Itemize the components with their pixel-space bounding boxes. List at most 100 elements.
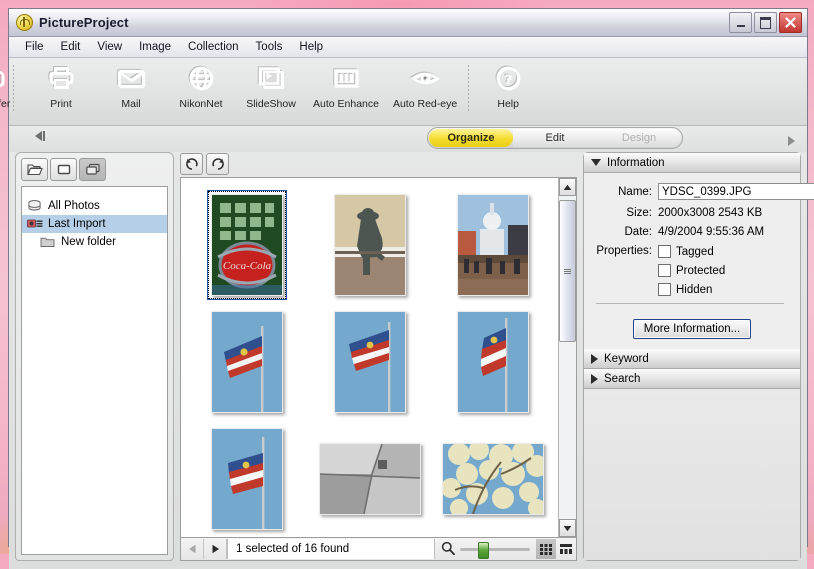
section-header-search[interactable]: Search bbox=[584, 369, 800, 389]
minimize-icon bbox=[737, 25, 745, 27]
thumbnail-toolbar bbox=[180, 152, 577, 177]
georgia-flag-thumbnail-1 bbox=[211, 311, 283, 413]
close-button[interactable] bbox=[779, 12, 802, 33]
property-protected[interactable]: Protected bbox=[658, 264, 725, 277]
rotate-left-button[interactable] bbox=[180, 153, 203, 175]
mail-button[interactable]: Mail bbox=[96, 63, 166, 110]
more-information-button[interactable]: More Information... bbox=[633, 319, 752, 339]
open-folder-icon bbox=[27, 163, 43, 176]
thumbnail-item[interactable] bbox=[331, 191, 409, 299]
auto-enhance-label: Auto Enhance bbox=[313, 98, 379, 110]
menu-help[interactable]: Help bbox=[291, 39, 331, 55]
coca-cola-sign-thumbnail: Coca-Cola bbox=[211, 194, 283, 296]
help-button[interactable]: ? Help bbox=[473, 63, 543, 110]
hidden-checkbox[interactable] bbox=[658, 283, 671, 296]
minimize-button[interactable] bbox=[729, 12, 752, 33]
section-label-keyword: Keyword bbox=[604, 353, 649, 365]
thumbnail-item[interactable] bbox=[331, 308, 409, 416]
help-label: Help bbox=[497, 98, 519, 110]
scrollbar-thumb[interactable] bbox=[559, 200, 576, 342]
desktop-background: PictureProject File Edit View Image Coll… bbox=[0, 0, 814, 554]
transfer-button[interactable]: Transfer bbox=[0, 63, 26, 110]
property-hidden[interactable]: Hidden bbox=[658, 283, 725, 296]
new-folder-button[interactable] bbox=[21, 158, 48, 181]
property-tagged[interactable]: Tagged bbox=[658, 245, 725, 258]
auto-redeye-label: Auto Red-eye bbox=[393, 98, 457, 110]
grid-view-button[interactable] bbox=[536, 539, 556, 559]
slideshow-button[interactable]: SlideShow bbox=[236, 63, 306, 110]
duplicate-button[interactable] bbox=[79, 158, 106, 181]
mail-label: Mail bbox=[121, 98, 140, 110]
thumbnail-zoom-control bbox=[435, 541, 536, 558]
triangle-right-icon bbox=[591, 354, 598, 364]
bronze-statue-thumbnail bbox=[334, 194, 406, 296]
menu-file[interactable]: File bbox=[17, 39, 52, 55]
triangle-right-icon bbox=[591, 374, 598, 384]
collection-label-all-photos: All Photos bbox=[48, 200, 100, 212]
chevron-down-icon bbox=[563, 525, 572, 532]
thumbnail-item[interactable] bbox=[316, 440, 424, 518]
print-button[interactable]: Print bbox=[26, 63, 96, 110]
thumbnail-item[interactable] bbox=[208, 308, 286, 416]
thumbnail-grid[interactable]: Coca-Cola bbox=[181, 178, 558, 537]
thumbnail-item[interactable] bbox=[439, 440, 547, 518]
zoom-slider[interactable] bbox=[460, 548, 530, 551]
menu-view[interactable]: View bbox=[89, 39, 130, 55]
georgia-flag-thumbnail-4 bbox=[211, 428, 283, 530]
section-header-information[interactable]: Information bbox=[584, 153, 800, 173]
collection-label-last-import: Last Import bbox=[48, 218, 106, 230]
menu-edit[interactable]: Edit bbox=[53, 39, 89, 55]
collapse-left-panel-button[interactable] bbox=[35, 130, 49, 142]
menu-bar: File Edit View Image Collection Tools He… bbox=[9, 37, 807, 58]
mode-tab-group: Organize Edit Design bbox=[427, 127, 683, 149]
name-label: Name: bbox=[590, 186, 658, 198]
svg-text:?: ? bbox=[505, 73, 512, 88]
collapse-right-panel-button[interactable] bbox=[781, 135, 795, 147]
previous-page-button[interactable] bbox=[181, 539, 204, 559]
collection-item-all-photos[interactable]: All Photos bbox=[22, 197, 167, 215]
scroll-up-button[interactable] bbox=[559, 178, 576, 196]
collection-item-new-folder[interactable]: New folder bbox=[22, 233, 167, 251]
date-label: Date: bbox=[590, 226, 658, 238]
collection-item-last-import[interactable]: Last Import bbox=[22, 215, 167, 233]
section-header-keyword[interactable]: Keyword bbox=[584, 349, 800, 369]
rectangle-icon bbox=[56, 163, 72, 176]
georgia-flag-thumbnail-3 bbox=[457, 311, 529, 413]
thumbnail-item[interactable] bbox=[454, 308, 532, 416]
tab-design[interactable]: Design bbox=[597, 129, 681, 147]
nikonnet-button[interactable]: NikonNet bbox=[166, 63, 236, 110]
envelope-icon bbox=[116, 63, 146, 93]
transfer-label: Transfer bbox=[0, 98, 10, 110]
next-page-button[interactable] bbox=[204, 539, 227, 559]
menu-tools[interactable]: Tools bbox=[248, 39, 291, 55]
mode-strip: Organize Edit Design bbox=[9, 126, 807, 152]
properties-row: Properties: Tagged Protected bbox=[590, 245, 790, 296]
auto-enhance-icon bbox=[331, 63, 361, 93]
maximize-button[interactable] bbox=[754, 12, 777, 33]
thumbnail-vertical-scrollbar[interactable] bbox=[558, 178, 576, 537]
information-divider bbox=[596, 303, 784, 304]
menu-image[interactable]: Image bbox=[131, 39, 179, 55]
collections-list[interactable]: All Photos Last Import New folder bbox=[21, 186, 168, 555]
detail-view-button[interactable] bbox=[556, 539, 576, 559]
zoom-slider-handle[interactable] bbox=[478, 542, 489, 559]
protected-checkbox[interactable] bbox=[658, 264, 671, 277]
menu-collection[interactable]: Collection bbox=[180, 39, 247, 55]
scrollbar-track[interactable] bbox=[559, 196, 576, 519]
name-field[interactable] bbox=[658, 183, 814, 200]
scroll-down-button[interactable] bbox=[559, 519, 576, 537]
section-label-search: Search bbox=[604, 373, 640, 385]
auto-redeye-button[interactable]: Auto Red-eye bbox=[386, 63, 464, 110]
thumbnail-item[interactable] bbox=[208, 425, 286, 533]
tab-edit[interactable]: Edit bbox=[513, 129, 597, 147]
rotate-right-button[interactable] bbox=[206, 153, 229, 175]
tagged-checkbox[interactable] bbox=[658, 245, 671, 258]
new-collection-button[interactable] bbox=[50, 158, 77, 181]
thumbnail-item[interactable]: Coca-Cola bbox=[208, 191, 286, 299]
tab-organize[interactable]: Organize bbox=[429, 129, 513, 147]
thumbnail-item[interactable] bbox=[454, 191, 532, 299]
slideshow-label: SlideShow bbox=[246, 98, 296, 110]
auto-enhance-button[interactable]: Auto Enhance bbox=[306, 63, 386, 110]
tagged-label: Tagged bbox=[676, 246, 714, 258]
blossom-tree-thumbnail bbox=[442, 443, 544, 515]
